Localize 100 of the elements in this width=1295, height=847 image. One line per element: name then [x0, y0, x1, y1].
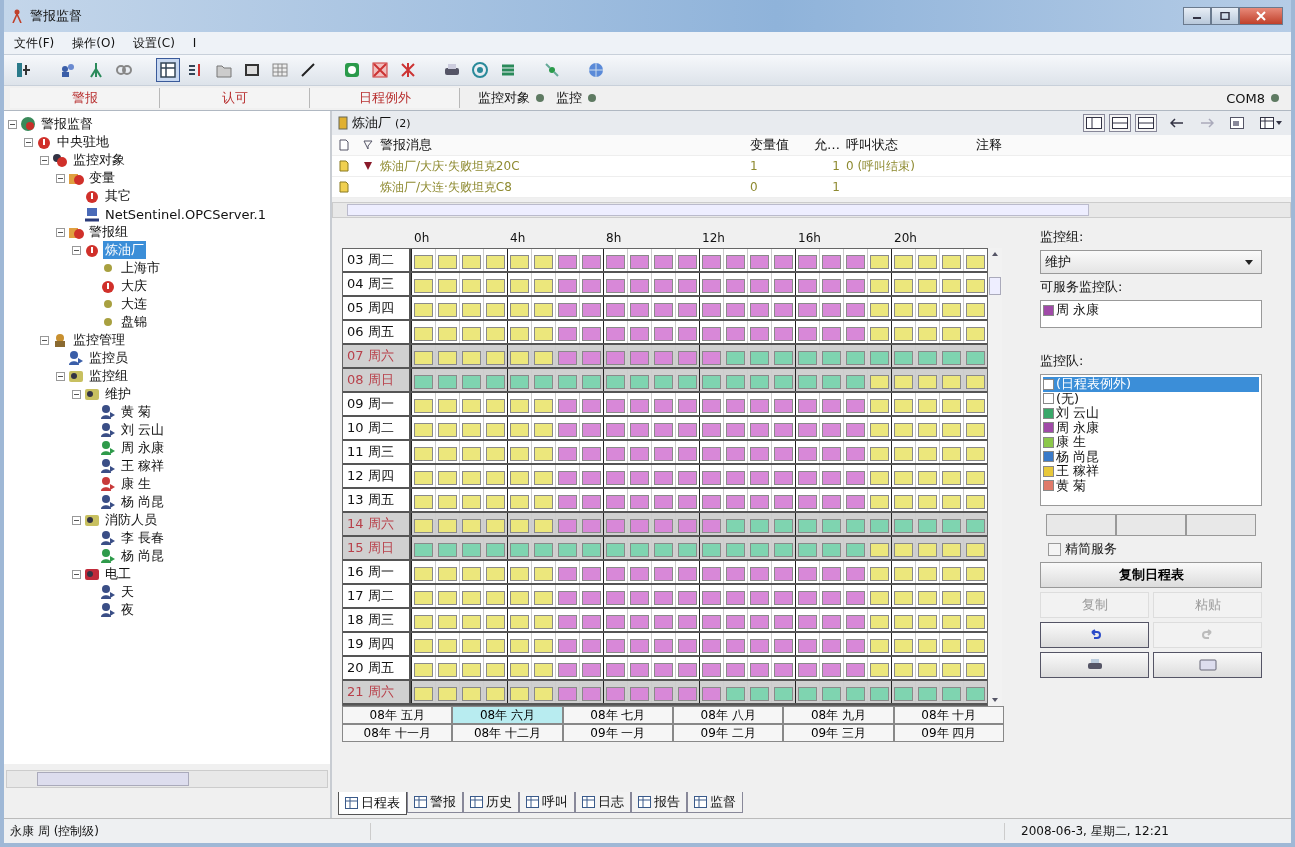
- scroll-thumb[interactable]: [989, 277, 1001, 295]
- menu-item[interactable]: I: [192, 36, 197, 50]
- menu-item[interactable]: 设置(C): [133, 34, 175, 52]
- month-button[interactable]: 08年 九月: [783, 706, 894, 724]
- tree-item[interactable]: 电工: [103, 565, 133, 583]
- list-item[interactable]: 周 永康: [1043, 303, 1259, 318]
- collapse-toggle[interactable]: [40, 155, 49, 165]
- tree-item[interactable]: 消防人员: [103, 511, 159, 529]
- close-button[interactable]: [1239, 7, 1283, 25]
- layout-button[interactable]: [1083, 114, 1105, 132]
- collapse-toggle[interactable]: [72, 569, 81, 579]
- tree-item[interactable]: 黄 菊: [119, 403, 154, 421]
- column-header[interactable]: 变量值: [750, 136, 810, 154]
- tree-item[interactable]: 警报监督: [39, 115, 95, 133]
- tree-item[interactable]: 天: [119, 583, 136, 601]
- column-header[interactable]: 允…: [810, 136, 846, 154]
- mode-button[interactable]: 日程例外: [310, 88, 460, 108]
- tree-item[interactable]: 其它: [103, 187, 133, 205]
- month-button[interactable]: 08年 五月: [342, 706, 453, 724]
- tree-item[interactable]: 中央驻地: [55, 133, 111, 151]
- list-item[interactable]: 杨 尚昆: [1043, 449, 1259, 464]
- minimize-button[interactable]: [1183, 7, 1211, 25]
- maximize-button[interactable]: [1211, 7, 1239, 25]
- collapse-toggle[interactable]: [8, 119, 17, 129]
- copy-schedule-button[interactable]: 复制日程表: [1040, 562, 1262, 588]
- menu-item[interactable]: 文件(F): [14, 34, 55, 52]
- list-item[interactable]: 康 生: [1043, 435, 1259, 450]
- print-button[interactable]: [1040, 652, 1149, 678]
- screen-button[interactable]: [1153, 652, 1262, 678]
- menu-item[interactable]: 操作(O): [72, 34, 116, 52]
- collapse-toggle[interactable]: [72, 245, 81, 255]
- view-tab[interactable]: 监督: [687, 792, 743, 813]
- group-dropdown[interactable]: 维护: [1040, 250, 1262, 274]
- month-button[interactable]: 08年 十月: [893, 706, 1004, 724]
- tree-item[interactable]: 警报组: [87, 223, 130, 241]
- collapse-toggle[interactable]: [72, 515, 81, 525]
- tree-item[interactable]: 维护: [103, 385, 133, 403]
- layout-button[interactable]: [1109, 114, 1131, 132]
- month-button[interactable]: 08年 十一月: [342, 724, 453, 742]
- checkbox[interactable]: [1048, 542, 1061, 556]
- list-item[interactable]: 黄 菊: [1043, 478, 1259, 493]
- scroll-thumb[interactable]: [37, 772, 189, 786]
- view-tab[interactable]: 警报: [407, 792, 463, 813]
- scroll-bar[interactable]: [6, 770, 328, 788]
- blank-button[interactable]: [1046, 514, 1116, 536]
- month-button[interactable]: 08年 六月: [452, 706, 563, 724]
- tree-item[interactable]: 上海市: [119, 259, 162, 277]
- month-button[interactable]: 09年 一月: [562, 724, 673, 742]
- list-item[interactable]: 王 稼祥: [1043, 464, 1259, 479]
- month-button[interactable]: 08年 八月: [673, 706, 784, 724]
- month-button[interactable]: 09年 二月: [673, 724, 784, 742]
- collapse-toggle[interactable]: [72, 389, 81, 399]
- tree-item[interactable]: 康 生: [119, 475, 154, 493]
- tree-item[interactable]: 盘锦: [119, 313, 149, 331]
- mode-button[interactable]: 认可: [160, 88, 310, 108]
- window-button[interactable]: [1227, 114, 1247, 132]
- tree-item[interactable]: 大庆: [119, 277, 149, 295]
- column-header[interactable]: 注释: [976, 136, 1291, 154]
- month-button[interactable]: 09年 四月: [893, 724, 1004, 742]
- view-tab[interactable]: 日程表: [338, 792, 407, 815]
- tree-item[interactable]: 周 永康: [119, 439, 167, 457]
- scroll-bar[interactable]: [332, 202, 1291, 218]
- tree-item[interactable]: 监控管理: [71, 331, 127, 349]
- mode-button[interactable]: 警报: [10, 88, 160, 108]
- tree-item[interactable]: NetSentinel.OPCServer.1: [103, 206, 268, 222]
- list-item[interactable]: 周 永康: [1043, 420, 1259, 435]
- tree-item[interactable]: 李 長春: [119, 529, 167, 547]
- collapse-toggle[interactable]: [56, 371, 65, 381]
- column-header[interactable]: 警报消息: [380, 136, 750, 154]
- month-button[interactable]: 08年 十二月: [452, 724, 563, 742]
- blank-button[interactable]: [1186, 514, 1256, 536]
- undo-button[interactable]: [1040, 622, 1149, 648]
- tree-item[interactable]: 杨 尚昆: [119, 493, 167, 511]
- month-button[interactable]: 09年 三月: [783, 724, 894, 742]
- view-tab[interactable]: 报告: [631, 792, 687, 813]
- tree-item[interactable]: 杨 尚昆: [119, 547, 167, 565]
- column-header[interactable]: 呼叫状态: [846, 136, 976, 154]
- scroll-thumb[interactable]: [347, 204, 1089, 216]
- list-item[interactable]: (无): [1043, 391, 1259, 406]
- tree-item[interactable]: 变量: [87, 169, 117, 187]
- tree-item[interactable]: 王 稼祥: [119, 457, 167, 475]
- view-tab[interactable]: 呼叫: [519, 792, 575, 813]
- collapse-toggle[interactable]: [56, 227, 65, 237]
- blank-button[interactable]: [1116, 514, 1186, 536]
- tree-item[interactable]: 监控员: [87, 349, 130, 367]
- tree-item[interactable]: 刘 云山: [119, 421, 167, 439]
- tree-item[interactable]: 监控组: [87, 367, 130, 385]
- tree-item[interactable]: 夜: [119, 601, 136, 619]
- tree-item[interactable]: 监控对象: [71, 151, 127, 169]
- month-button[interactable]: 08年 七月: [562, 706, 673, 724]
- tree-item[interactable]: 大连: [119, 295, 149, 313]
- collapse-toggle[interactable]: [40, 335, 49, 345]
- list-item[interactable]: 刘 云山: [1043, 406, 1259, 421]
- view-tab[interactable]: 历史: [463, 792, 519, 813]
- collapse-toggle[interactable]: [24, 137, 33, 147]
- layout-button[interactable]: [1135, 114, 1157, 132]
- columns-menu-button[interactable]: [1257, 114, 1285, 132]
- table-row[interactable]: 炼油厂/大庆·失败坦克20C 1 1 0 (呼叫结束): [332, 156, 1291, 177]
- view-tab[interactable]: 日志: [575, 792, 631, 813]
- toolbar-button[interactable]: [156, 58, 180, 82]
